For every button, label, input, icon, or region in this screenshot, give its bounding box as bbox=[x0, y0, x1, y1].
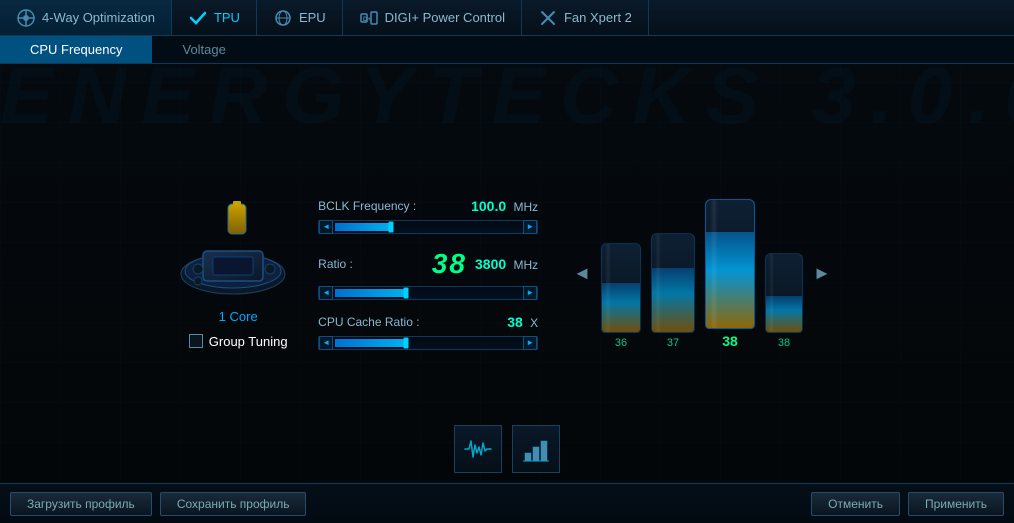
cache-label: CPU Cache Ratio : bbox=[318, 315, 419, 329]
ratio-control: Ratio : 38 3800 MHz ◄ ► bbox=[318, 248, 538, 300]
cylinder-38-active: 38 bbox=[705, 199, 755, 349]
bclk-slider-left[interactable]: ◄ bbox=[319, 220, 333, 234]
load-profile-btn[interactable]: Загрузить профиль bbox=[10, 492, 152, 516]
cpu-area: 1 Core Group Tuning bbox=[178, 199, 298, 349]
bclk-value: 100.0 bbox=[471, 198, 506, 214]
cache-value: 38 bbox=[507, 314, 523, 330]
svg-text:D+: D+ bbox=[363, 17, 371, 23]
core-label: 1 Core bbox=[219, 309, 258, 324]
fanx-icon bbox=[538, 8, 558, 28]
bottom-right-buttons: Отменить Применить bbox=[811, 492, 1004, 516]
bclk-label: BCLK Frequency : bbox=[318, 199, 416, 213]
chart-btn[interactable] bbox=[512, 425, 560, 473]
nav-4way-label: 4-Way Optimization bbox=[42, 10, 155, 25]
waveform-btn[interactable] bbox=[454, 425, 502, 473]
top-nav: 4-Way Optimization TPU EPU D+ bbox=[0, 0, 1014, 36]
sub-tabs: CPU Frequency Voltage bbox=[0, 36, 1014, 64]
cache-slider-track[interactable]: ◄ ► bbox=[318, 336, 538, 350]
cyl-label-38-b: 38 bbox=[778, 337, 790, 349]
bottom-left-buttons: Загрузить профиль Сохранить профиль bbox=[10, 492, 306, 516]
cpu-illustration bbox=[178, 199, 298, 299]
tpu-icon bbox=[188, 8, 208, 28]
main-content: 1 Core Group Tuning BCLK Frequency : 100… bbox=[0, 64, 1014, 483]
nav-fanx-label: Fan Xpert 2 bbox=[564, 10, 632, 25]
waveform-icon bbox=[463, 435, 493, 463]
cylinder-37: 37 bbox=[651, 233, 695, 349]
cyl-label-36: 36 bbox=[615, 337, 627, 349]
nav-fanx[interactable]: Fan Xpert 2 bbox=[522, 0, 649, 35]
bclk-slider-track[interactable]: ◄ ► bbox=[318, 220, 538, 234]
cylinders-container: 36 37 38 bbox=[601, 199, 803, 349]
ratio-unit: MHz bbox=[514, 258, 539, 272]
ratio-label: Ratio : bbox=[318, 257, 353, 271]
bottom-bar: Загрузить профиль Сохранить профиль Отме… bbox=[0, 483, 1014, 523]
group-tuning-row: Group Tuning bbox=[189, 334, 288, 349]
group-tuning-label: Group Tuning bbox=[209, 334, 288, 349]
nav-epu-label: EPU bbox=[299, 10, 326, 25]
ratio-value-row: 38 3800 MHz bbox=[432, 248, 538, 280]
apply-btn[interactable]: Применить bbox=[908, 492, 1004, 516]
tab-cpu-frequency[interactable]: CPU Frequency bbox=[0, 36, 152, 63]
bottom-icons bbox=[454, 425, 560, 473]
save-profile-btn[interactable]: Сохранить профиль bbox=[160, 492, 307, 516]
digi-icon: D+ bbox=[359, 8, 379, 28]
nav-digi[interactable]: D+ DIGI+ Power Control bbox=[343, 0, 522, 35]
cylinders-next-btn[interactable]: ► bbox=[808, 263, 836, 284]
ratio-value: 38 bbox=[432, 248, 467, 280]
ratio-slider-right[interactable]: ► bbox=[523, 286, 537, 300]
ratio-slider-left[interactable]: ◄ bbox=[319, 286, 333, 300]
cache-slider-left[interactable]: ◄ bbox=[319, 336, 333, 350]
tab-voltage[interactable]: Voltage bbox=[152, 36, 255, 63]
cyl-label-38-active: 38 bbox=[722, 333, 738, 349]
nav-tpu[interactable]: TPU bbox=[172, 0, 257, 35]
ratio-slider-track[interactable]: ◄ ► bbox=[318, 286, 538, 300]
cache-label-row: CPU Cache Ratio : 38 X bbox=[318, 314, 538, 330]
nav-4way[interactable]: 4-Way Optimization bbox=[0, 0, 172, 35]
cylinders-prev-btn[interactable]: ◄ bbox=[568, 263, 596, 284]
epu-icon bbox=[273, 8, 293, 28]
nav-digi-label: DIGI+ Power Control bbox=[385, 10, 505, 25]
ratio-display: 3800 bbox=[475, 256, 506, 272]
cylinder-36: 36 bbox=[601, 243, 641, 349]
ratio-label-row: Ratio : 38 3800 MHz bbox=[318, 248, 538, 280]
cache-slider-right[interactable]: ► bbox=[523, 336, 537, 350]
cache-unit: X bbox=[530, 316, 538, 330]
4way-icon bbox=[16, 8, 36, 28]
bclk-slider-right[interactable]: ► bbox=[523, 220, 537, 234]
nav-epu[interactable]: EPU bbox=[257, 0, 343, 35]
cancel-btn[interactable]: Отменить bbox=[811, 492, 900, 516]
cyl-label-37: 37 bbox=[667, 337, 679, 349]
cache-control: CPU Cache Ratio : 38 X ◄ ► bbox=[318, 314, 538, 350]
cylinders-section: ◄ 36 37 bbox=[568, 199, 836, 349]
group-tuning-checkbox[interactable] bbox=[189, 334, 203, 348]
controls-area: BCLK Frequency : 100.0 MHz ◄ ► Ratio : 3… bbox=[318, 198, 538, 350]
cylinder-38-b: 38 bbox=[765, 253, 803, 349]
chart-icon bbox=[521, 435, 551, 463]
bclk-control: BCLK Frequency : 100.0 MHz ◄ ► bbox=[318, 198, 538, 234]
nav-tpu-label: TPU bbox=[214, 10, 240, 25]
bclk-unit: MHz bbox=[514, 200, 539, 214]
bclk-label-row: BCLK Frequency : 100.0 MHz bbox=[318, 198, 538, 214]
